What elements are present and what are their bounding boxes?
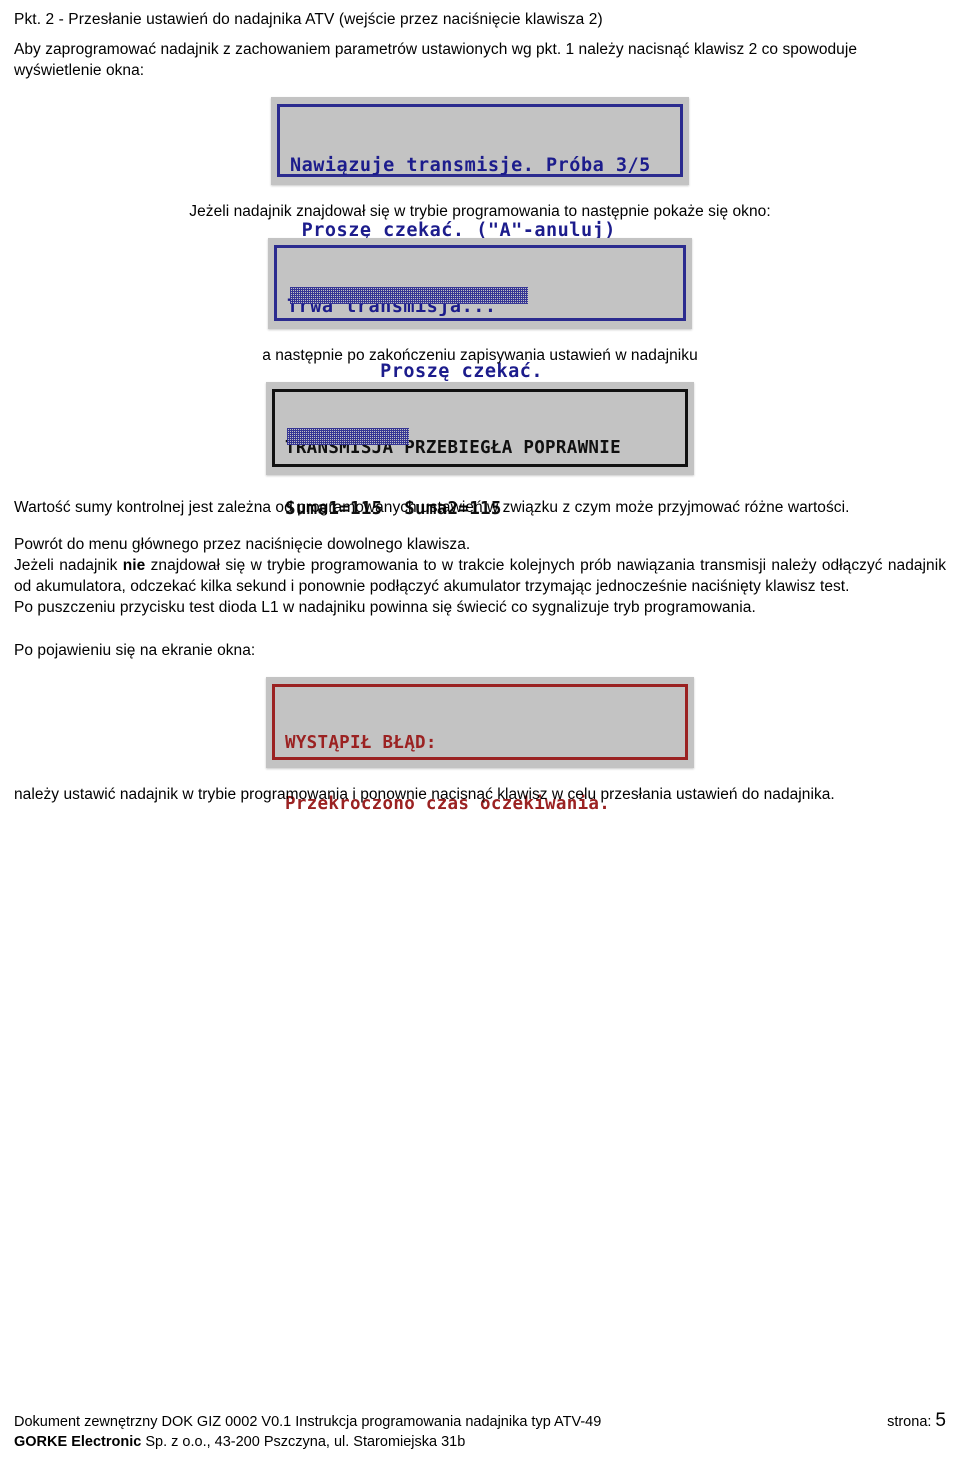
- not-prog-mode-note: Jeżeli nadajnik nie znajdował się w tryb…: [14, 555, 946, 597]
- footer-company-line: GORKE Electronic Sp. z o.o., 43-200 Pszc…: [14, 1432, 465, 1452]
- checksum-note: Wartość sumy kontrolnej jest zależna od …: [14, 499, 850, 516]
- intro-paragraph: Aby zaprogramować nadajnik z zachowaniem…: [14, 41, 858, 79]
- error-resolution: należy ustawić nadajnik w trybie program…: [14, 786, 835, 803]
- caption-after-second-lcd: a następnie po zakończeniu zapisywania u…: [262, 347, 698, 364]
- progress-bar: [287, 428, 409, 446]
- lcd-panel-success: TRANSMISJA PRZEBIEGŁA POPRAWNIE Suma1=11…: [14, 382, 946, 519]
- lcd-line-1: WYSTĄPIŁ BŁĄD:: [285, 733, 437, 753]
- caption-after-first-lcd: Jeżeli nadajnik znajdował się w trybie p…: [189, 203, 771, 220]
- lcd-bezel: Trwa transmisja... Proszę czekać.: [268, 238, 692, 446]
- lcd-bezel: WYSTĄPIŁ BŁĄD: Przekroczono czas oczekiw…: [266, 677, 694, 814]
- footer-page-label: strona:: [887, 1414, 932, 1430]
- lcd-screen: Trwa transmisja... Proszę czekać.: [274, 245, 686, 446]
- lcd-panel-error: WYSTĄPIŁ BŁĄD: Przekroczono czas oczekiw…: [14, 677, 946, 814]
- error-intro: Po pojawieniu się na ekranie okna:: [14, 642, 256, 659]
- lcd-screen: Nawiązuje transmisje. Próba 3/5 Proszę c…: [277, 104, 683, 305]
- footer-document-ref: Dokument zewnętrzny DOK GIZ 0002 V0.1 In…: [14, 1414, 602, 1430]
- not-prog-mode-part2: znajdował się w trybie programowania to …: [14, 557, 947, 595]
- lcd-bezel: Nawiązuje transmisje. Próba 3/5 Proszę c…: [271, 97, 689, 305]
- footer-top-row: Dokument zewnętrzny DOK GIZ 0002 V0.1 In…: [14, 1411, 946, 1432]
- section-title: Pkt. 2 - Przesłanie ustawień do nadajnik…: [14, 11, 603, 28]
- lcd-screen: WYSTĄPIŁ BŁĄD: Przekroczono czas oczekiw…: [272, 684, 688, 814]
- footer-page-indicator: strona: 5: [877, 1411, 946, 1432]
- page-footer: Dokument zewnętrzny DOK GIZ 0002 V0.1 In…: [14, 1411, 946, 1452]
- document-page: Pkt. 2 - Przesłanie ustawień do nadajnik…: [0, 10, 960, 1458]
- lcd-line-1: Nawiązuje transmisje. Próba 3/5: [290, 155, 651, 176]
- footer-bottom-row: GORKE Electronic Sp. z o.o., 43-200 Pszc…: [14, 1432, 946, 1452]
- led-note: Po puszczeniu przycisku test dioda L1 w …: [14, 599, 756, 616]
- lcd-panel-progress: Trwa transmisja... Proszę czekać.: [14, 238, 946, 446]
- footer-page-number: 5: [935, 1410, 946, 1431]
- not-prog-mode-bold: nie: [122, 557, 146, 574]
- progress-bar: [290, 287, 528, 305]
- lcd-panel-attempt: Nawiązuje transmisje. Próba 3/5 Proszę c…: [14, 97, 946, 305]
- not-prog-mode-part1: Jeżeli nadajnik: [14, 557, 123, 574]
